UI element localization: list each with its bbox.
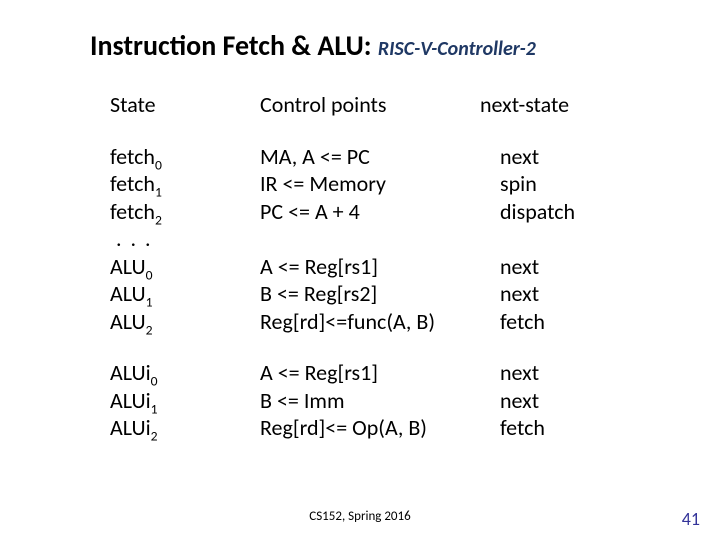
slide-content: State Control points next-state fetch0 M… bbox=[0, 91, 720, 442]
cp-cell: Reg[rd]<= Op(A, B) bbox=[260, 414, 480, 442]
state-cell: fetch2 bbox=[110, 198, 260, 226]
state-cell: ALU2 bbox=[110, 308, 260, 336]
header-control-points: Control points bbox=[260, 91, 480, 119]
state-cell: ALU0 bbox=[110, 253, 260, 281]
spacer bbox=[110, 335, 720, 359]
ns-cell: spin bbox=[480, 170, 640, 198]
cp-cell: A <= Reg[rs1] bbox=[260, 359, 480, 387]
ns-cell: next bbox=[480, 253, 640, 281]
ns-cell: next bbox=[480, 280, 640, 308]
state-cell: ALUi1 bbox=[110, 387, 260, 415]
cp-cell: PC <= A + 4 bbox=[260, 198, 480, 226]
table-row: ALU2 Reg[rd]<=func(A, B) fetch bbox=[110, 308, 720, 336]
ns-cell: next bbox=[480, 387, 640, 415]
state-cell: ALU1 bbox=[110, 280, 260, 308]
state-cell: fetch1 bbox=[110, 170, 260, 198]
slide-title: Instruction Fetch & ALU: RISC-V-Controll… bbox=[0, 28, 720, 63]
state-cell: ALUi0 bbox=[110, 359, 260, 387]
table-row: fetch0 MA, A <= PC next bbox=[110, 143, 720, 171]
title-main: Instruction Fetch & ALU: bbox=[90, 28, 372, 63]
slide: Instruction Fetch & ALU: RISC-V-Controll… bbox=[0, 0, 720, 540]
footer-course: CS152, Spring 2016 bbox=[0, 509, 720, 524]
table-row: ALU0 A <= Reg[rs1] next bbox=[110, 253, 720, 281]
header-row: State Control points next-state bbox=[110, 91, 720, 119]
ns-cell: fetch bbox=[480, 414, 640, 442]
cp-cell: Reg[rd]<=func(A, B) bbox=[260, 308, 480, 336]
state-cell: ALUi2 bbox=[110, 414, 260, 442]
ns-cell: next bbox=[480, 359, 640, 387]
title-accent: RISC-V-Controller-2 bbox=[378, 37, 536, 61]
table-row: ALUi2 Reg[rd]<= Op(A, B) fetch bbox=[110, 414, 720, 442]
header-next-state: next-state bbox=[480, 91, 640, 119]
cp-cell: MA, A <= PC bbox=[260, 143, 480, 171]
cp-cell: B <= Imm bbox=[260, 387, 480, 415]
spacer bbox=[110, 119, 720, 143]
slide-number: 41 bbox=[682, 508, 700, 530]
ns-cell: next bbox=[480, 143, 640, 171]
header-state: State bbox=[110, 91, 260, 119]
table-row: fetch1 IR <= Memory spin bbox=[110, 170, 720, 198]
ns-cell: fetch bbox=[480, 308, 640, 336]
ns-cell: dispatch bbox=[480, 198, 640, 226]
table-row: . . . bbox=[110, 225, 720, 253]
cp-cell: IR <= Memory bbox=[260, 170, 480, 198]
cp-cell: B <= Reg[rs2] bbox=[260, 280, 480, 308]
table-row: ALUi0 A <= Reg[rs1] next bbox=[110, 359, 720, 387]
table-row: fetch2 PC <= A + 4 dispatch bbox=[110, 198, 720, 226]
cp-cell: A <= Reg[rs1] bbox=[260, 253, 480, 281]
table-row: ALU1 B <= Reg[rs2] next bbox=[110, 280, 720, 308]
state-cell: fetch0 bbox=[110, 143, 260, 171]
ellipsis-cell: . . . bbox=[110, 225, 260, 253]
table-row: ALUi1 B <= Imm next bbox=[110, 387, 720, 415]
